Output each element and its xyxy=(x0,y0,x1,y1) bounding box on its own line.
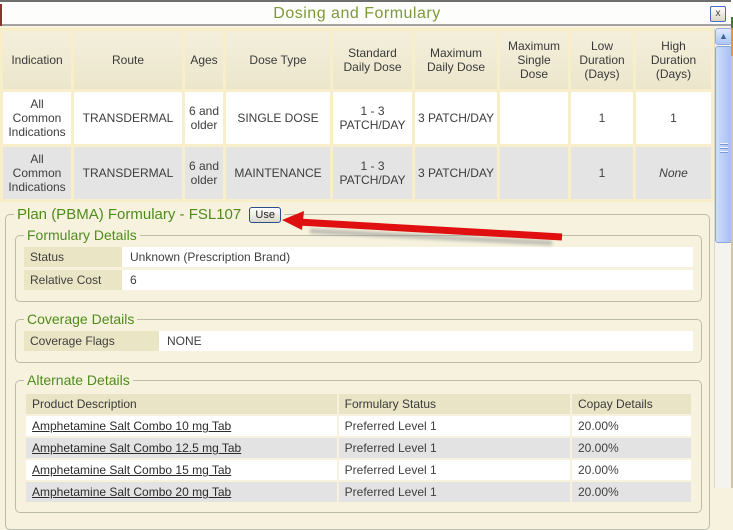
cell-high-duration: None xyxy=(636,147,711,199)
cell-dose-type: MAINTENANCE xyxy=(226,147,330,199)
product-link[interactable]: Amphetamine Salt Combo 15 mg Tab xyxy=(32,463,231,477)
vertical-scrollbar[interactable]: ▲ xyxy=(714,28,731,488)
copay-cell: 20.00% xyxy=(572,438,691,458)
table-row: All Common Indications TRANSDERMAL 6 and… xyxy=(3,92,711,144)
column-header-ages: Ages xyxy=(185,31,223,89)
column-header-dose-type: Dose Type xyxy=(226,31,330,89)
product-link[interactable]: Amphetamine Salt Combo 10 mg Tab xyxy=(32,419,231,433)
coverage-details-fieldset: Coverage Details Coverage Flags NONE xyxy=(15,311,702,363)
scrollbar-grip-icon xyxy=(720,141,728,151)
column-header-maximum-daily-dose: Maximum Daily Dose xyxy=(415,31,497,89)
column-header-formulary-status: Formulary Status xyxy=(339,394,570,414)
cell-route: TRANSDERMAL xyxy=(74,92,182,144)
cell-indication: All Common Indications xyxy=(3,92,71,144)
coverage-flags-value: NONE xyxy=(159,331,693,351)
relative-cost-value: 6 xyxy=(122,270,693,290)
column-header-standard-daily-dose: Standard Daily Dose xyxy=(333,31,412,89)
column-header-high-duration: High Duration (Days) xyxy=(636,31,711,89)
table-row: Amphetamine Salt Combo 15 mg Tab Preferr… xyxy=(26,460,691,480)
cell-low-duration: 1 xyxy=(571,92,633,144)
copay-cell: 20.00% xyxy=(572,460,691,480)
dosing-header-row: Indication Route Ages Dose Type Standard… xyxy=(3,31,711,89)
copay-cell: 20.00% xyxy=(572,482,691,502)
close-icon[interactable]: x xyxy=(710,6,726,22)
cell-maximum-single-dose xyxy=(500,92,568,144)
column-header-low-duration: Low Duration (Days) xyxy=(571,31,633,89)
cell-dose-type: SINGLE DOSE xyxy=(226,92,330,144)
plan-formulary-title: Plan (PBMA) Formulary - FSL107 xyxy=(17,206,241,223)
product-link[interactable]: Amphetamine Salt Combo 20 mg Tab xyxy=(32,485,231,499)
table-row: All Common Indications TRANSDERMAL 6 and… xyxy=(3,147,711,199)
status-label: Status xyxy=(24,247,122,267)
table-row: Amphetamine Salt Combo 20 mg Tab Preferr… xyxy=(26,482,691,502)
coverage-flags-row: Coverage Flags NONE xyxy=(24,331,693,351)
plan-formulary-legend: Plan (PBMA) Formulary - FSL107 Use xyxy=(14,206,284,223)
column-header-product-description: Product Description xyxy=(26,394,337,414)
formulary-status-cell: Preferred Level 1 xyxy=(339,460,570,480)
column-header-indication: Indication xyxy=(3,31,71,89)
cell-standard-daily-dose: 1 - 3 PATCH/DAY xyxy=(333,147,412,199)
dosing-table-container: Indication Route Ages Dose Type Standard… xyxy=(0,28,714,202)
column-header-maximum-single-dose: Maximum Single Dose xyxy=(500,31,568,89)
dosing-table: Indication Route Ages Dose Type Standard… xyxy=(0,28,714,202)
cell-ages: 6 and older xyxy=(185,92,223,144)
cell-high-duration: 1 xyxy=(636,92,711,144)
plan-formulary-fieldset: Plan (PBMA) Formulary - FSL107 Use Formu… xyxy=(5,206,710,530)
cell-route: TRANSDERMAL xyxy=(74,147,182,199)
alternate-header-row: Product Description Formulary Status Cop… xyxy=(26,394,691,414)
relative-cost-row: Relative Cost 6 xyxy=(24,270,693,290)
formulary-details-legend: Formulary Details xyxy=(24,227,140,243)
formulary-section: Plan (PBMA) Formulary - FSL107 Use Formu… xyxy=(0,202,714,502)
column-header-copay-details: Copay Details xyxy=(572,394,691,414)
alternate-details-fieldset: Alternate Details Product Description Fo… xyxy=(15,372,702,513)
formulary-status-cell: Preferred Level 1 xyxy=(339,438,570,458)
cell-low-duration: 1 xyxy=(571,147,633,199)
copay-cell: 20.00% xyxy=(572,416,691,436)
page-title: Dosing and Formulary xyxy=(0,5,714,23)
title-bar: Dosing and Formulary x xyxy=(0,0,733,26)
table-row: Amphetamine Salt Combo 10 mg Tab Preferr… xyxy=(26,416,691,436)
cell-standard-daily-dose: 1 - 3 PATCH/DAY xyxy=(333,92,412,144)
cell-maximum-daily-dose: 3 PATCH/DAY xyxy=(415,92,497,144)
status-row: Status Unknown (Prescription Brand) xyxy=(24,247,693,267)
alternate-details-legend: Alternate Details xyxy=(24,372,133,388)
coverage-details-legend: Coverage Details xyxy=(24,311,137,327)
table-row: Amphetamine Salt Combo 12.5 mg Tab Prefe… xyxy=(26,438,691,458)
cell-indication: All Common Indications xyxy=(3,147,71,199)
column-header-route: Route xyxy=(74,31,182,89)
coverage-flags-label: Coverage Flags xyxy=(24,331,159,351)
cell-maximum-daily-dose: 3 PATCH/DAY xyxy=(415,147,497,199)
formulary-details-fieldset: Formulary Details Status Unknown (Prescr… xyxy=(15,227,702,302)
scroll-up-icon[interactable]: ▲ xyxy=(715,28,732,45)
relative-cost-label: Relative Cost xyxy=(24,270,122,290)
scrollbar-thumb[interactable] xyxy=(715,46,732,243)
dosing-formulary-dialog: { "window": { "title": "Dosing and Formu… xyxy=(0,0,733,488)
product-link[interactable]: Amphetamine Salt Combo 12.5 mg Tab xyxy=(32,441,241,455)
formulary-status-cell: Preferred Level 1 xyxy=(339,416,570,436)
status-value: Unknown (Prescription Brand) xyxy=(122,247,693,267)
cell-maximum-single-dose xyxy=(500,147,568,199)
cell-ages: 6 and older xyxy=(185,147,223,199)
formulary-status-cell: Preferred Level 1 xyxy=(339,482,570,502)
use-button[interactable]: Use xyxy=(249,207,281,223)
alternate-details-table: Product Description Formulary Status Cop… xyxy=(24,392,693,504)
